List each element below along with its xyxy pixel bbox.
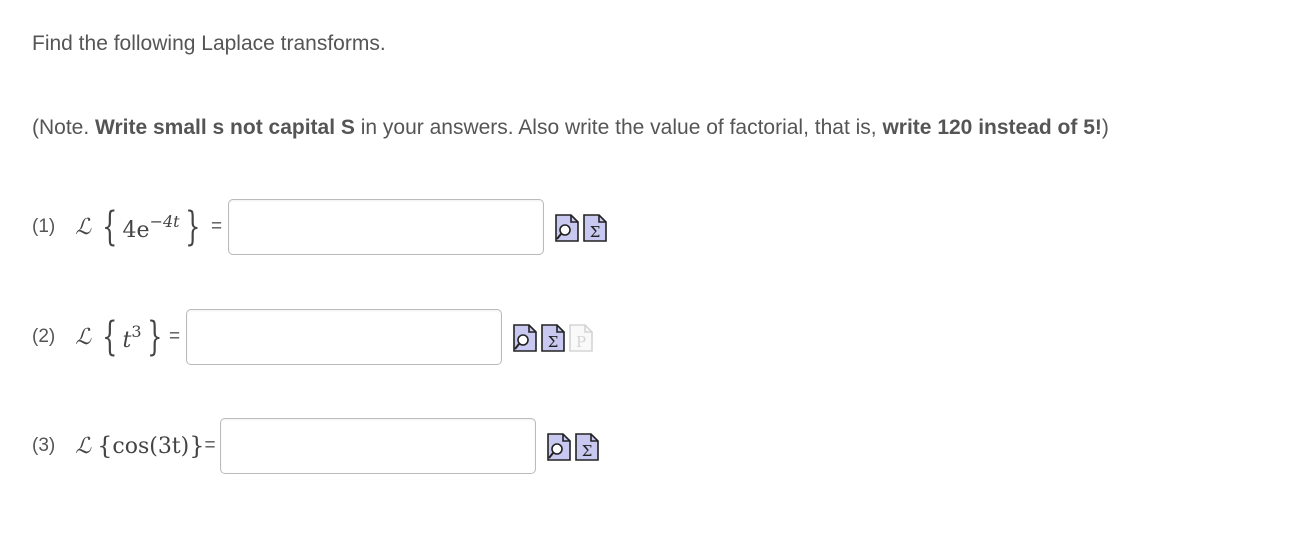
formula-palette-icon[interactable]: P: [568, 321, 594, 353]
open-brace: {: [97, 432, 113, 460]
preview-icon[interactable]: [546, 430, 572, 462]
close-brace: }: [184, 204, 200, 250]
open-brace: {: [102, 314, 118, 360]
svg-text:Σ: Σ: [581, 442, 592, 460]
equals-sign: =: [169, 326, 181, 347]
answer-tools: Σ P: [512, 321, 594, 353]
expression-body: t3: [123, 322, 142, 353]
note-part-bold: write 120 instead of 5!: [882, 116, 1102, 139]
svg-text:Σ: Σ: [548, 333, 559, 351]
answer-input-3[interactable]: [219, 418, 536, 474]
note-part: in your answers. Also write the value of…: [354, 116, 883, 139]
instructions-intro: Find the following Laplace transforms.: [32, 32, 386, 55]
equals-sign: =: [204, 435, 216, 456]
svg-text:Σ: Σ: [590, 223, 601, 241]
expression-body: cos(3t): [112, 433, 190, 459]
laplace-problem-page: Find the following Laplace transforms. (…: [0, 0, 1304, 546]
question-expression: ℒ { 4e−4t }: [75, 207, 205, 247]
question-number: (3): [32, 435, 56, 456]
question-row-3: (3) ℒ { cos(3t) } = Σ: [32, 416, 600, 476]
equation-editor-icon[interactable]: Σ: [574, 430, 600, 462]
expression-exponent: 3: [131, 321, 142, 341]
answer-input-1[interactable]: [228, 199, 545, 255]
instructions-note: (Note. Write small s not capital S in yo…: [32, 116, 1109, 140]
question-expression: ℒ { cos(3t) }: [75, 434, 204, 459]
answer-input-2[interactable]: [186, 309, 503, 365]
question-row-2: (2) ℒ { t3 } = Σ P: [32, 307, 594, 367]
laplace-operator: ℒ: [75, 214, 92, 240]
preview-icon[interactable]: [554, 211, 580, 243]
note-part-bold: Write small s not capital S: [95, 116, 355, 139]
svg-text:P: P: [576, 333, 586, 351]
question-expression: ℒ { t3 }: [75, 317, 167, 357]
laplace-operator: ℒ: [75, 324, 92, 350]
expression-exponent: −4t: [149, 211, 180, 231]
answer-tools: Σ: [554, 211, 608, 243]
close-brace: }: [146, 314, 162, 360]
equation-editor-icon[interactable]: Σ: [582, 211, 608, 243]
question-number: (1): [32, 216, 56, 237]
note-part: (Note.: [32, 116, 96, 139]
question-row-1: (1) ℒ { 4e−4t } = Σ: [32, 197, 608, 257]
close-brace: }: [189, 432, 205, 460]
laplace-operator: ℒ: [75, 433, 92, 459]
question-number: (2): [32, 326, 56, 347]
open-brace: {: [102, 204, 118, 250]
expression-body: 4e−4t: [123, 212, 180, 243]
equation-editor-icon[interactable]: Σ: [540, 321, 566, 353]
note-part: ): [1101, 116, 1109, 139]
answer-tools: Σ: [546, 430, 600, 462]
expression-base: 4e: [122, 217, 150, 243]
preview-icon[interactable]: [512, 321, 538, 353]
equals-sign: =: [211, 216, 223, 237]
